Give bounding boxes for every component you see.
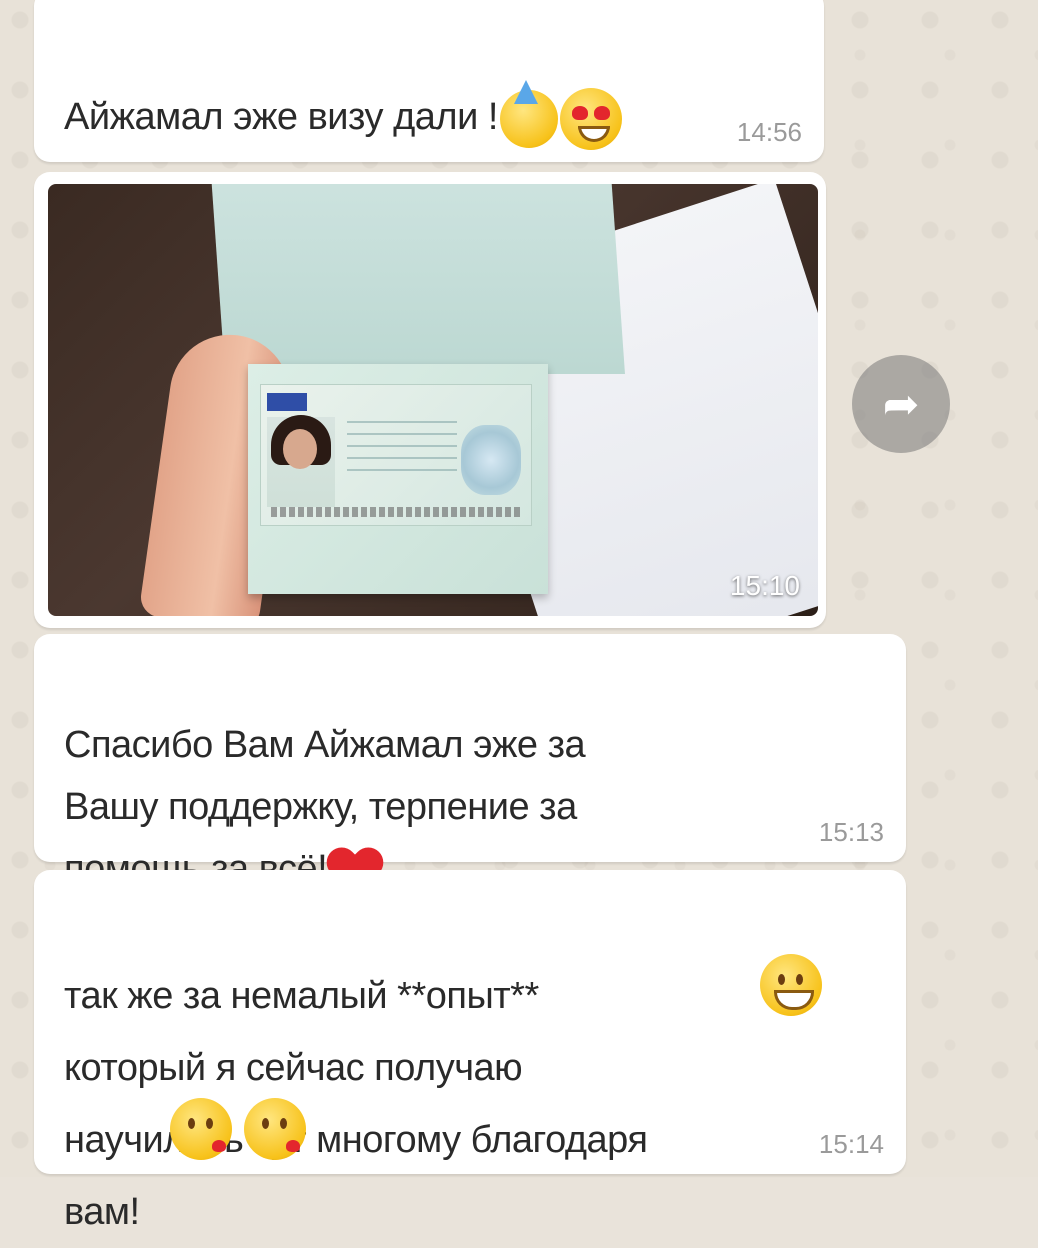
visa-mrz: [271, 507, 521, 517]
message-time: 15:13: [818, 817, 884, 847]
message-time: 14:56: [736, 117, 802, 147]
party-face-icon: [499, 79, 558, 148]
visa-text-lines: [347, 421, 457, 481]
passport-upper-page: [211, 184, 625, 374]
visa-hologram: [461, 425, 521, 495]
message-text-content: так же за немалый **опыт** который я сей…: [64, 975, 648, 1233]
kissing-face-icon: [170, 1098, 232, 1160]
passport-photo[interactable]: 15:10: [48, 184, 818, 616]
message-text-content: Айжамал эже визу дали !: [64, 96, 498, 138]
photo-message-bubble[interactable]: 15:10: [34, 172, 826, 628]
visa-portrait: [267, 415, 335, 507]
visa-sticker: [260, 384, 532, 526]
forward-button[interactable]: ➦: [852, 355, 950, 453]
message-bubble[interactable]: Айжамал эже визу дали ! 14:56: [34, 0, 824, 162]
message-text: Айжамал эже визу дали !: [64, 24, 622, 150]
message-time: 15:14: [818, 1129, 884, 1159]
heart-eyes-icon: [559, 87, 622, 150]
message-bubble[interactable]: так же за немалый **опыт** который я сей…: [34, 870, 906, 1233]
message-text: Спасибо Вам Айжамал эже за Вашу поддержк…: [64, 652, 586, 900]
grinning-face-icon: [760, 954, 822, 1016]
message-text: так же за немалый **опыт** который я сей…: [64, 888, 648, 1248]
photo-time: 15:10: [729, 570, 800, 601]
party-hat-icon: [513, 79, 538, 104]
message-bubble[interactable]: Спасибо Вам Айжамал эже за Вашу поддержк…: [34, 634, 906, 890]
forward-arrow-icon: ➦: [882, 379, 920, 429]
passport-visa-page: [248, 364, 548, 594]
eu-flag-icon: [267, 393, 307, 411]
kissing-face-icon: [244, 1098, 306, 1160]
portrait-face: [283, 429, 317, 469]
message-text-content: Спасибо Вам Айжамал эже за Вашу поддержк…: [64, 724, 586, 890]
